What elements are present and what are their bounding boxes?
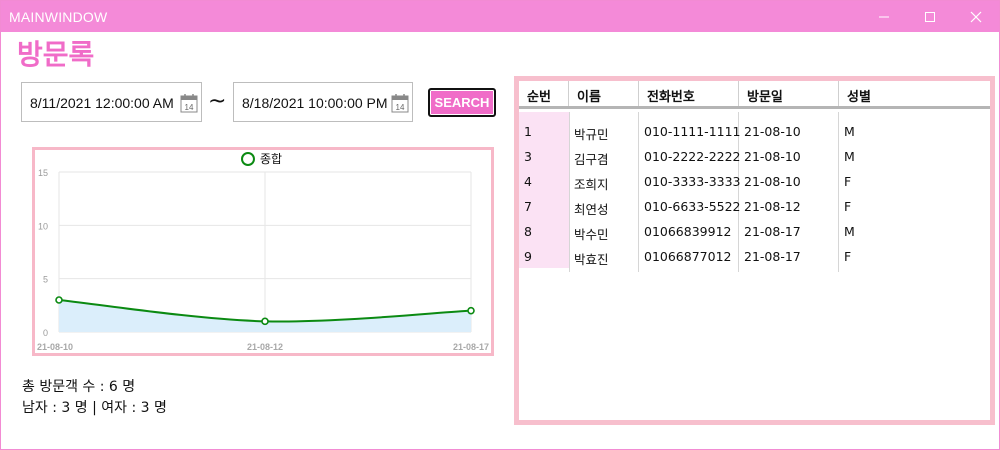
row-phone-cell: 010-6633-5522	[644, 199, 741, 214]
column-header-gender[interactable]: 성별	[839, 81, 990, 106]
minimize-button[interactable]	[861, 1, 907, 32]
row-name-cell: 박수민	[574, 227, 609, 242]
row-visit-date-cell: 21-08-10	[744, 124, 801, 139]
y-tick-label: 5	[43, 275, 48, 285]
row-gender-cell: M	[844, 124, 855, 139]
data-point	[261, 317, 269, 326]
column-header-number[interactable]: 순번	[519, 81, 569, 106]
visitor-table[interactable]: 순번 이름 전화번호 방문일 성별 1 박규민 010-1111-1111 21-08…	[514, 76, 995, 425]
table-row[interactable]: 9 박효진 01066877012 21-08-17 F	[519, 243, 990, 268]
summary-divider: |	[92, 400, 97, 416]
column-header-name[interactable]: 이름	[569, 81, 639, 106]
visitor-chart: 0 5 10 15 21-08-10 21-08-12 21-08-17 종합	[32, 147, 494, 356]
maximize-button[interactable]	[907, 1, 953, 32]
row-name-cell: 김구겸	[574, 152, 609, 167]
legend-label: 종합	[260, 152, 282, 166]
row-number-cell: 8	[519, 218, 569, 243]
row-number-cell: 4	[519, 168, 569, 193]
row-visit-date-cell: 21-08-10	[744, 174, 801, 189]
row-visit-date-cell: 21-08-17	[744, 249, 801, 264]
female-count: 여자 : 3 명	[101, 400, 167, 416]
column-header-visit-date[interactable]: 방문일	[739, 81, 839, 106]
row-name-cell: 최연성	[574, 202, 609, 217]
date-range-separator: ~	[208, 89, 227, 114]
calendar-icon[interactable]: 14	[180, 93, 198, 113]
close-button[interactable]	[953, 1, 999, 32]
table-row[interactable]: 7 최연성 010-6633-5522 21-08-12 F	[519, 193, 990, 218]
male-count: 남자 : 3 명	[22, 400, 88, 416]
chart-canvas: 0 5 10 15 21-08-10 21-08-12 21-08-17 종합	[37, 152, 489, 352]
row-visit-date-cell: 21-08-10	[744, 149, 801, 164]
y-tick-label: 10	[38, 221, 48, 231]
data-point	[55, 296, 63, 304]
main-window: MAINWINDOW 방문록 8/11/2021 12:00:00 AM 1 4 …	[0, 0, 1000, 450]
row-phone-cell: 010-1111-1111	[644, 124, 741, 139]
row-name-cell: 박규민	[574, 127, 609, 142]
title-bar[interactable]: MAINWINDOW	[1, 1, 999, 32]
table-row[interactable]: 8 박수민 01066839912 21-08-17 M	[519, 218, 990, 243]
row-number-cell: 1	[519, 118, 569, 143]
y-tick-label: 15	[38, 168, 48, 178]
row-phone-cell: 010-3333-3333	[644, 174, 741, 189]
y-tick-label: 0	[43, 328, 48, 338]
table-row[interactable]: 4 조희지 010-3333-3333 21-08-10 F	[519, 168, 990, 193]
row-name-cell: 조희지	[574, 177, 609, 192]
end-date-value[interactable]: 8/18/2021 10:00:00 PM	[242, 95, 388, 111]
row-phone-cell: 01066877012	[644, 249, 732, 264]
row-number-cell: 7	[519, 193, 569, 218]
close-icon	[970, 11, 982, 22]
gender-summary: 남자 : 3 명 | 여자 : 3 명	[22, 397, 167, 417]
x-tick-label: 21-08-17	[453, 342, 489, 352]
start-date-picker[interactable]: 8/11/2021 12:00:00 AM 14	[21, 82, 202, 122]
row-number-cell: 3	[519, 143, 569, 168]
x-tick-label: 21-08-12	[247, 342, 283, 352]
row-gender-cell: F	[844, 174, 852, 189]
column-header-phone[interactable]: 전화번호	[639, 81, 739, 106]
calendar-day-label: 14	[396, 103, 405, 112]
search-button[interactable]: SEARCH	[428, 88, 496, 117]
window-title: MAINWINDOW	[9, 9, 108, 25]
table-row[interactable]: 3 김구겸 010-2222-2222 21-08-10 M	[519, 143, 990, 168]
table-row[interactable]: 1 박규민 010-1111-1111 21-08-10 M	[519, 112, 990, 143]
table-header: 순번 이름 전화번호 방문일 성별	[519, 81, 990, 109]
row-gender-cell: M	[844, 149, 855, 164]
legend-marker	[241, 152, 255, 166]
row-visit-date-cell: 21-08-12	[744, 199, 801, 214]
row-gender-cell: F	[844, 199, 852, 214]
end-date-picker[interactable]: 8/18/2021 10:00:00 PM 14	[233, 82, 413, 122]
total-visitors: 총 방문객 수 : 6 명	[22, 379, 136, 395]
row-phone-cell: 01066839912	[644, 224, 732, 239]
x-tick-label: 21-08-10	[37, 342, 73, 352]
row-visit-date-cell: 21-08-17	[744, 224, 801, 239]
row-number-cell: 9	[519, 243, 569, 268]
row-gender-cell: M	[844, 224, 855, 239]
calendar-day-label: 14	[185, 103, 194, 112]
row-gender-cell: F	[844, 249, 852, 264]
row-name-cell: 박효진	[574, 252, 609, 267]
row-phone-cell: 010-2222-2222	[644, 149, 741, 164]
calendar-icon[interactable]: 14	[391, 93, 409, 113]
page-title: 방문록	[17, 38, 95, 71]
minimize-icon	[879, 16, 889, 17]
data-point	[467, 306, 475, 315]
maximize-icon	[925, 11, 935, 22]
start-date-value[interactable]: 8/11/2021 12:00:00 AM	[30, 95, 174, 111]
